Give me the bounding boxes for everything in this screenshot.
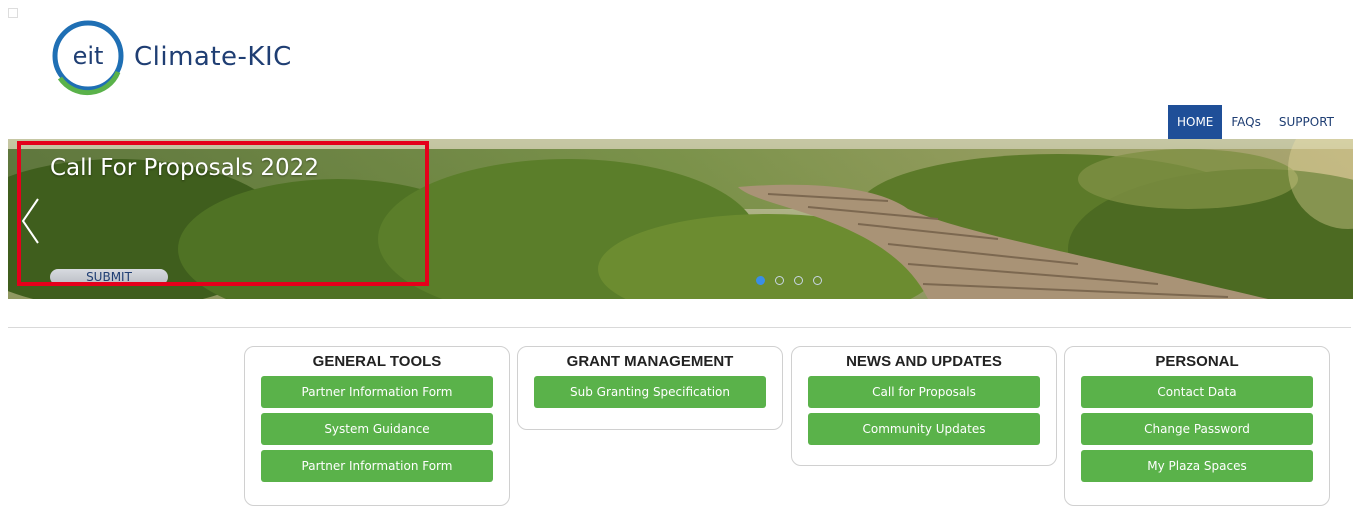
highlight-box <box>17 141 429 286</box>
carousel-dot-4[interactable] <box>813 276 822 285</box>
call-for-proposals-button[interactable]: Call for Proposals <box>808 376 1040 408</box>
top-navigation: HOME FAQs SUPPORT <box>1167 105 1343 139</box>
my-plaza-spaces-button[interactable]: My Plaza Spaces <box>1081 450 1313 482</box>
nav-support[interactable]: SUPPORT <box>1270 105 1343 139</box>
change-password-button[interactable]: Change Password <box>1081 413 1313 445</box>
carousel-dot-3[interactable] <box>794 276 803 285</box>
card-general-tools: GENERAL TOOLS Partner Information Form S… <box>244 346 510 506</box>
card-personal: PERSONAL Contact Data Change Password My… <box>1064 346 1330 506</box>
card-title: PERSONAL <box>1155 353 1239 370</box>
carousel-dot-1[interactable] <box>756 276 765 285</box>
partner-information-form-button[interactable]: Partner Information Form <box>261 376 493 408</box>
logo-text: Climate-KIC <box>134 42 292 72</box>
carousel-indicators <box>756 276 822 285</box>
hero-carousel: Call For Proposals 2022 SUBMIT <box>8 139 1353 299</box>
carousel-dot-2[interactable] <box>775 276 784 285</box>
nav-home[interactable]: HOME <box>1167 105 1223 139</box>
eit-logo-icon: eit <box>52 20 124 96</box>
nav-faqs[interactable]: FAQs <box>1222 105 1270 139</box>
section-divider <box>8 327 1351 328</box>
card-news-and-updates: NEWS AND UPDATES Call for Proposals Comm… <box>791 346 1057 466</box>
contact-data-button[interactable]: Contact Data <box>1081 376 1313 408</box>
sub-granting-specification-button[interactable]: Sub Granting Specification <box>534 376 766 408</box>
card-grant-management: GRANT MANAGEMENT Sub Granting Specificat… <box>517 346 783 430</box>
card-title: NEWS AND UPDATES <box>846 353 1002 370</box>
partner-information-form-button-2[interactable]: Partner Information Form <box>261 450 493 482</box>
community-updates-button[interactable]: Community Updates <box>808 413 1040 445</box>
broken-image-icon <box>8 8 18 18</box>
card-title: GENERAL TOOLS <box>312 353 442 370</box>
site-logo[interactable]: eit Climate-KIC <box>50 20 310 96</box>
card-title: GRANT MANAGEMENT <box>566 353 734 370</box>
logo-emblem-text: eit <box>73 42 104 70</box>
system-guidance-button[interactable]: System Guidance <box>261 413 493 445</box>
